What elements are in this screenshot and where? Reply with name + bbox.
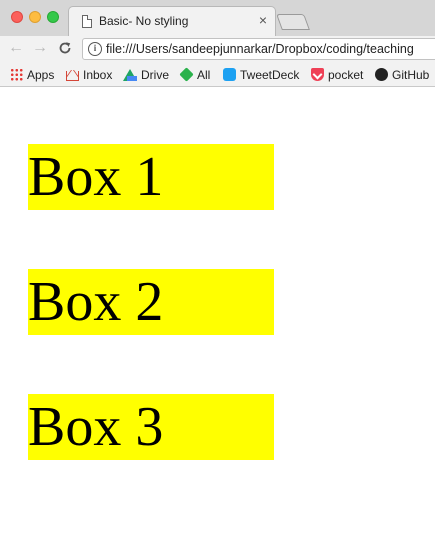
- apps-icon: [10, 68, 23, 81]
- document-icon: [82, 15, 92, 28]
- box-1: Box 1: [28, 144, 274, 210]
- bookmark-inbox[interactable]: Inbox: [66, 66, 112, 83]
- browser-tab[interactable]: Basic- No styling ×: [68, 6, 276, 36]
- bookmark-label: All: [197, 67, 211, 82]
- info-icon[interactable]: i: [88, 42, 102, 56]
- window-close-button[interactable]: [11, 11, 23, 23]
- bookmark-label: pocket: [328, 67, 364, 82]
- forward-arrow-icon[interactable]: →: [32, 38, 48, 58]
- box-3: Box 3: [28, 394, 274, 460]
- window-maximize-button[interactable]: [47, 11, 59, 23]
- bookmark-label: Apps: [27, 67, 55, 82]
- browser-chrome: Basic- No styling × ← → i file:///Users/…: [0, 0, 435, 87]
- tab-title: Basic- No styling: [99, 14, 189, 28]
- browser-toolbar: ← → i file:///Users/sandeepjunnarkar/Dro…: [0, 36, 435, 62]
- drive-icon: [123, 68, 137, 81]
- bookmark-label: TweetDeck: [240, 67, 300, 82]
- gmail-icon: [66, 70, 79, 81]
- bookmarks-bar: Apps Inbox Drive All TweetDeck pocket Gi…: [0, 62, 435, 87]
- bookmark-label: GitHub: [392, 67, 430, 82]
- tweetdeck-icon: [223, 68, 236, 81]
- window-minimize-button[interactable]: [29, 11, 41, 23]
- page-content: Box 1 Box 2 Box 3: [0, 87, 435, 540]
- address-bar[interactable]: i file:///Users/sandeepjunnarkar/Dropbox…: [82, 38, 435, 60]
- github-icon: [375, 68, 388, 81]
- bookmark-label: Inbox: [83, 67, 113, 82]
- reload-icon[interactable]: [58, 38, 72, 61]
- new-tab-button[interactable]: [276, 14, 310, 30]
- feedly-icon: [179, 67, 194, 82]
- pocket-icon: [311, 68, 324, 81]
- box-2: Box 2: [28, 269, 274, 335]
- bookmark-pocket[interactable]: pocket: [311, 66, 363, 83]
- bookmark-label: Drive: [141, 67, 170, 82]
- bookmark-apps[interactable]: Apps: [10, 66, 54, 83]
- bookmark-drive[interactable]: Drive: [123, 66, 169, 83]
- bookmark-tweetdeck[interactable]: TweetDeck: [223, 66, 299, 83]
- bookmark-all[interactable]: All: [179, 66, 211, 83]
- url-text[interactable]: file:///Users/sandeepjunnarkar/Dropbox/c…: [106, 42, 414, 56]
- bookmark-github[interactable]: GitHub: [375, 66, 429, 83]
- back-arrow-icon[interactable]: ←: [8, 38, 24, 58]
- tab-strip: Basic- No styling ×: [0, 0, 435, 36]
- tab-close-icon[interactable]: ×: [259, 12, 267, 28]
